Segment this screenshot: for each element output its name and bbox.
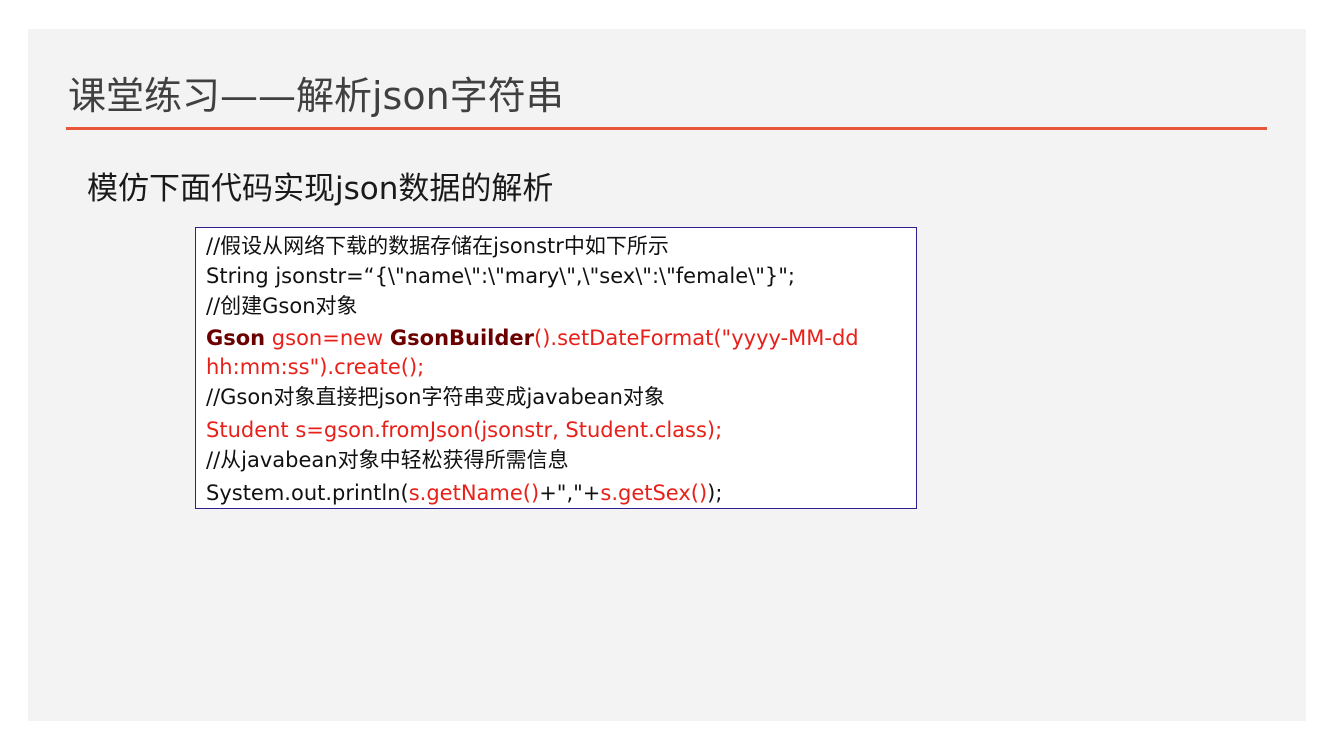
code-comment-create-gson: //创建Gson对象 xyxy=(206,294,358,318)
code-token-get-sex: s.getSex() xyxy=(600,481,708,505)
code-line-gson-builder: Gson gson=new GsonBuilder().setDateForma… xyxy=(206,324,906,382)
title-divider xyxy=(66,127,1267,130)
slide: 课堂练习——解析json字符串 模仿下面代码实现json数据的解析 //假设从网… xyxy=(28,29,1306,721)
code-token-close: ); xyxy=(707,481,723,505)
code-comment-get-info: //从javabean对象中轻松获得所需信息 xyxy=(206,448,569,472)
code-token-gson-assign: gson=new xyxy=(265,326,390,350)
code-line-println: System.out.println(s.getName()+","+s.get… xyxy=(206,478,906,508)
code-token-gson-type: Gson xyxy=(206,326,266,350)
code-token-get-name: s.getName() xyxy=(408,481,540,505)
code-comment-download: //假设从网络下载的数据存储在jsonstr中如下所示 xyxy=(206,234,669,258)
code-token-gson-builder: GsonBuilder xyxy=(389,326,535,350)
code-comment-to-javabean: //Gson对象直接把json字符串变成javabean对象 xyxy=(206,385,665,409)
code-token-println: System.out.println( xyxy=(206,481,409,505)
code-line-from-json: Student s=gson.fromJson(jsonstr, Student… xyxy=(206,418,723,442)
code-line-jsonstr: String jsonstr=“{\"name\":\"mary\",\"sex… xyxy=(206,264,795,288)
slide-subtitle: 模仿下面代码实现json数据的解析 xyxy=(87,171,554,207)
code-token-concat: +","+ xyxy=(539,481,601,505)
code-box: //假设从网络下载的数据存储在jsonstr中如下所示 String jsons… xyxy=(195,227,917,509)
slide-title: 课堂练习——解析json字符串 xyxy=(68,74,564,118)
